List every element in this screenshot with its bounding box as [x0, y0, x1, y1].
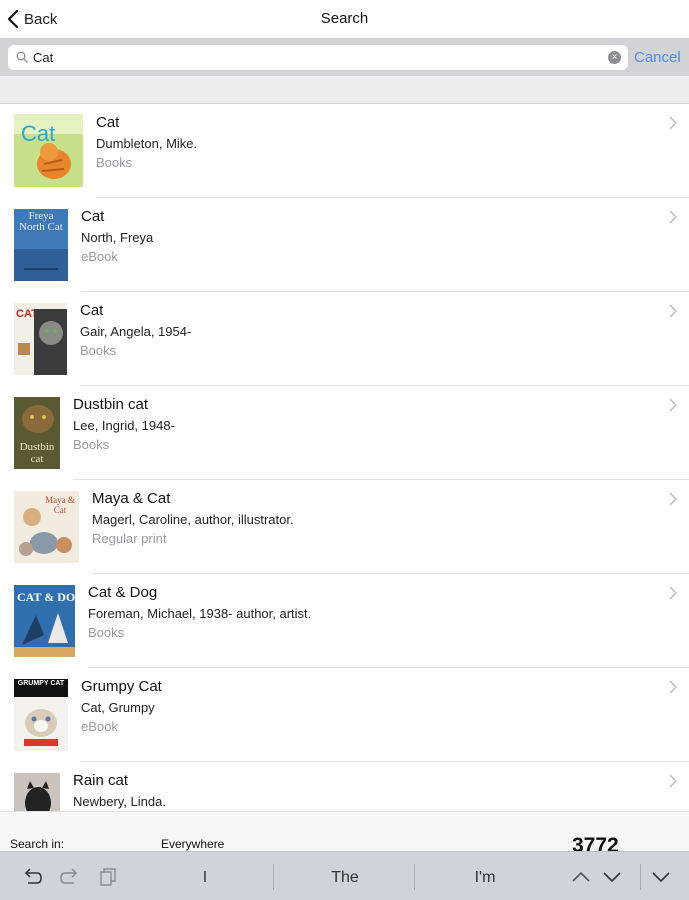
chevron-up-icon[interactable] — [571, 868, 591, 886]
search-bar: × Cancel — [0, 38, 689, 76]
suggestion-2[interactable]: The — [315, 869, 375, 887]
book-cover-image: Maya & Cat — [14, 491, 79, 563]
result-format: eBook — [81, 719, 118, 734]
keyboard-accessory-bar: I The I'm — [0, 851, 689, 900]
results-list: Cat Cat Dumbleton, Mike. Books Freya Nor… — [0, 104, 689, 811]
chevron-right-icon — [669, 492, 677, 506]
chevron-right-icon — [669, 398, 677, 412]
result-row[interactable]: Maya & Cat Maya & Cat Magerl, Caroline, … — [0, 480, 689, 574]
chevron-right-icon — [669, 210, 677, 224]
suggestion-divider — [414, 864, 415, 890]
navigation-bar: Back Search — [0, 0, 689, 38]
chevron-right-icon — [669, 680, 677, 694]
search-icon — [16, 51, 28, 63]
result-author: Lee, Ingrid, 1948- — [73, 418, 175, 433]
result-author: Gair, Angela, 1954- — [80, 324, 192, 339]
suggestion-3[interactable]: I'm — [455, 869, 515, 887]
cover-title: Maya & Cat — [45, 495, 75, 515]
cover-title: Freya North Cat — [19, 211, 63, 233]
result-format: Books — [88, 625, 125, 640]
cancel-button[interactable]: Cancel — [634, 49, 681, 66]
book-cover-image: CAT & DOG — [14, 585, 75, 657]
undo-icon[interactable] — [22, 868, 42, 886]
result-row[interactable]: Freya North Cat Cat North, Freya eBook — [0, 198, 689, 292]
toolbar-divider — [640, 864, 641, 890]
result-title: Cat — [80, 302, 104, 319]
result-author: Newbery, Linda. — [73, 794, 166, 809]
chevron-right-icon — [669, 116, 677, 130]
book-cover-image: CAT — [14, 303, 67, 375]
search-field[interactable]: × — [8, 45, 628, 70]
result-format: Regular print — [92, 531, 167, 546]
search-input[interactable] — [33, 47, 603, 68]
chevron-right-icon — [669, 304, 677, 318]
result-format: Books — [80, 343, 117, 358]
result-row[interactable]: Cat Cat Dumbleton, Mike. Books — [0, 104, 689, 198]
result-row[interactable]: GRUMPY CAT Grumpy Cat Cat, Grumpy eBook — [0, 668, 689, 762]
book-cover-image: Freya North Cat — [14, 209, 68, 281]
page-title: Search — [320, 10, 369, 27]
result-format: eBook — [81, 249, 118, 264]
result-title: Grumpy Cat — [81, 678, 162, 695]
suggestion-1[interactable]: I — [185, 869, 225, 887]
search-scope-selector[interactable]: Everywhere — [161, 837, 224, 851]
cover-title: GRUMPY CAT — [17, 680, 65, 687]
result-format: Books — [73, 437, 110, 452]
result-row[interactable]: CAT & DOG Cat & Dog Foreman, Michael, 19… — [0, 574, 689, 668]
cover-title: CAT & DOG — [17, 590, 75, 604]
result-author: Cat, Grumpy — [81, 700, 155, 715]
result-title: Cat — [96, 114, 120, 131]
result-row[interactable]: Dustbin cat Dustbin cat Lee, Ingrid, 194… — [0, 386, 689, 480]
result-title: Dustbin cat — [73, 396, 149, 413]
result-title: Cat & Dog — [88, 584, 158, 601]
cover-title: Cat — [21, 121, 55, 146]
book-cover-image: Cat — [14, 114, 83, 187]
paste-icon[interactable] — [98, 868, 118, 886]
section-header-bar — [0, 76, 689, 104]
result-author: Magerl, Caroline, author, illustrator. — [92, 512, 294, 527]
chevron-right-icon — [669, 586, 677, 600]
book-cover-image: GRUMPY CAT — [14, 679, 68, 751]
result-author: Dumbleton, Mike. — [96, 136, 198, 151]
result-author: Foreman, Michael, 1938- author, artist. — [88, 606, 312, 621]
search-footer: Search in: Everywhere 3772 — [0, 811, 689, 857]
result-author: North, Freya — [81, 230, 154, 245]
chevron-down-icon[interactable] — [602, 868, 622, 886]
search-in-label: Search in: — [10, 837, 65, 851]
result-title: Rain cat — [73, 772, 129, 789]
suggestion-divider — [273, 864, 274, 890]
clear-search-icon[interactable]: × — [608, 51, 621, 64]
result-title: Cat — [81, 208, 105, 225]
result-title: Maya & Cat — [92, 490, 171, 507]
redo-icon[interactable] — [60, 868, 80, 886]
result-row[interactable]: CAT Cat Gair, Angela, 1954- Books — [0, 292, 689, 386]
cover-title: Dustbin cat — [19, 441, 55, 465]
book-cover-image — [14, 773, 60, 811]
result-row[interactable]: Rain cat Newbery, Linda. — [0, 762, 689, 811]
result-format: Books — [96, 155, 133, 170]
chevron-right-icon — [669, 774, 677, 788]
book-cover-image: Dustbin cat — [14, 397, 60, 469]
dismiss-keyboard-icon[interactable] — [651, 868, 671, 886]
